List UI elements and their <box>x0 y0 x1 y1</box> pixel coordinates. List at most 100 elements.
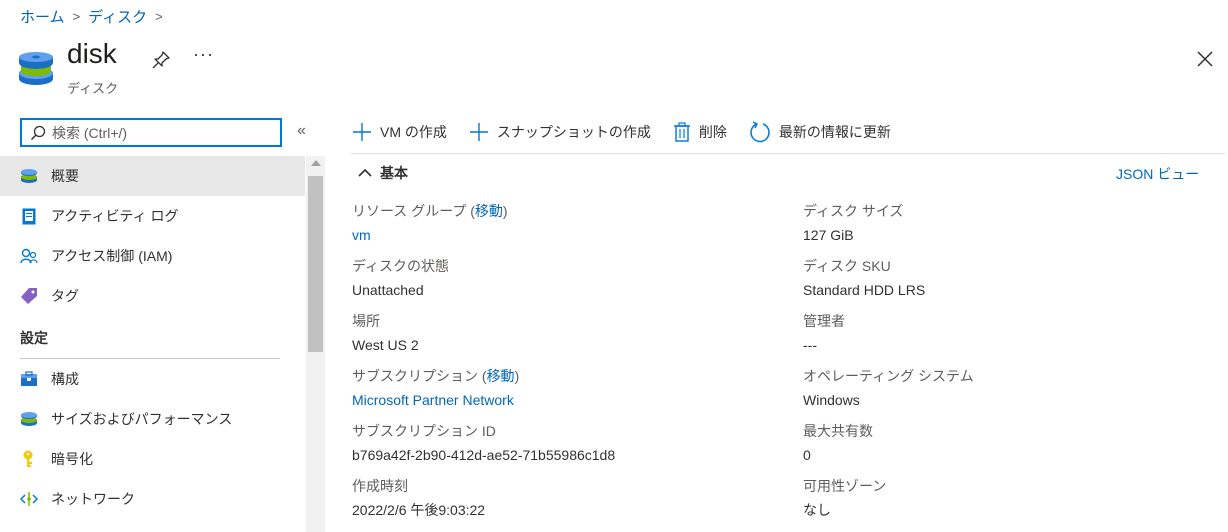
close-icon[interactable] <box>1194 48 1216 70</box>
property-subscription: サブスクリプション (移動) Microsoft Partner Network <box>352 365 772 420</box>
property-label: 作成時刻 <box>352 478 408 494</box>
move-link[interactable]: 移動 <box>475 203 503 219</box>
breadcrumb-disks-link[interactable]: ディスク <box>88 6 147 27</box>
create-snapshot-label: スナップショットの作成 <box>496 124 651 140</box>
sidebar-item-tags[interactable]: タグ <box>0 276 305 316</box>
essentials-toggle[interactable]: 基本 <box>358 163 408 183</box>
property-resource-group: リソース グループ (移動) vm <box>352 200 772 255</box>
refresh-icon <box>749 121 771 143</box>
resource-header: disk ディスク ··· <box>18 38 1228 98</box>
property-label: ディスク サイズ <box>803 203 904 219</box>
property-availability-zone: 可用性ゾーン なし <box>803 475 1223 530</box>
sidebar-item-label: 概要 <box>51 168 79 184</box>
sidebar-item-overview[interactable]: 概要 <box>0 156 305 196</box>
essentials-title: 基本 <box>380 165 408 181</box>
sidebar-item-encryption[interactable]: 暗号化 <box>0 439 305 479</box>
plus-icon <box>469 122 489 142</box>
property-value: Unattached <box>352 282 424 298</box>
disk-resource-icon <box>19 52 53 85</box>
property-os: オペレーティング システム Windows <box>803 365 1223 420</box>
property-label: 最大共有数 <box>803 423 873 439</box>
property-label: リソース グループ (移動) <box>352 203 508 219</box>
json-view-link[interactable]: JSON ビュー <box>1116 164 1199 184</box>
property-value: West US 2 <box>352 337 419 353</box>
plus-icon <box>352 122 372 142</box>
property-label: ディスクの状態 <box>352 258 450 274</box>
configuration-icon <box>20 370 38 388</box>
search-box[interactable] <box>20 118 282 147</box>
breadcrumb-separator: > <box>155 9 163 24</box>
sidebar-scrollbar[interactable] <box>306 156 325 532</box>
sidebar-item-label: 構成 <box>51 371 79 387</box>
breadcrumb: ホーム > ディスク > <box>20 6 171 27</box>
property-value: 0 <box>803 447 811 463</box>
property-location: 場所 West US 2 <box>352 310 772 365</box>
property-label: サブスクリプション (移動) <box>352 368 520 384</box>
property-managed-by: 管理者 --- <box>803 310 1223 365</box>
property-label: ディスク SKU <box>803 258 891 274</box>
property-value: 127 GiB <box>803 227 854 243</box>
delete-button[interactable]: 削除 <box>673 122 727 142</box>
property-disk-size: ディスク サイズ 127 GiB <box>803 200 1223 255</box>
breadcrumb-home-link[interactable]: ホーム <box>20 6 65 27</box>
disk-icon <box>20 167 38 185</box>
property-disk-sku: ディスク SKU Standard HDD LRS <box>803 255 1223 310</box>
breadcrumb-separator: > <box>72 9 81 24</box>
collapse-menu-button[interactable]: « <box>297 122 306 140</box>
property-value: 2022/2/6 午後9:03:22 <box>352 502 486 518</box>
create-vm-button[interactable]: VM の作成 <box>352 122 447 142</box>
activity-log-icon <box>20 207 38 225</box>
trash-icon <box>673 122 691 142</box>
sidebar-item-iam[interactable]: アクセス制御 (IAM) <box>0 236 305 276</box>
toolbar-divider <box>351 153 1225 154</box>
tag-icon <box>20 287 38 305</box>
sidebar-item-network[interactable]: ネットワーク <box>0 479 305 519</box>
property-value: なし <box>803 502 831 518</box>
search-input[interactable] <box>52 124 272 141</box>
subscription-link[interactable]: Microsoft Partner Network <box>352 392 514 408</box>
command-bar: VM の作成 スナップショットの作成 削除 最新の情報に更新 <box>352 118 913 146</box>
sidebar-item-label: タグ <box>51 288 79 304</box>
property-label: サブスクリプション ID <box>352 423 496 439</box>
scrollbar-thumb[interactable] <box>308 176 323 352</box>
sidebar-item-label: ネットワーク <box>51 491 135 507</box>
page-subtitle: ディスク <box>67 81 119 96</box>
property-value: Windows <box>803 392 860 408</box>
pin-icon[interactable] <box>151 50 171 70</box>
property-disk-state: ディスクの状態 Unattached <box>352 255 772 310</box>
sidebar-item-configuration[interactable]: 構成 <box>0 359 305 399</box>
property-label: 管理者 <box>803 313 845 329</box>
property-value: b769a42f-2b90-412d-ae52-71b55986c1d8 <box>352 447 616 463</box>
property-value: Standard HDD LRS <box>803 282 926 298</box>
property-subscription-id: サブスクリプション ID b769a42f-2b90-412d-ae52-71b… <box>352 420 772 475</box>
sidebar-item-label: サイズおよびパフォーマンス <box>51 411 233 427</box>
essentials-left-column: リソース グループ (移動) vm ディスクの状態 Unattached 場所 … <box>352 200 772 530</box>
refresh-button[interactable]: 最新の情報に更新 <box>749 121 891 143</box>
essentials-right-column: ディスク サイズ 127 GiB ディスク SKU Standard HDD L… <box>803 200 1223 530</box>
property-created-time: 作成時刻 2022/2/6 午後9:03:22 <box>352 475 772 530</box>
property-label: 可用性ゾーン <box>803 478 887 494</box>
network-icon <box>20 490 38 508</box>
sidebar-item-label: 暗号化 <box>51 451 93 467</box>
iam-icon <box>20 247 38 265</box>
property-max-shares: 最大共有数 0 <box>803 420 1223 475</box>
delete-label: 削除 <box>698 124 727 140</box>
property-label: オペレーティング システム <box>803 368 974 384</box>
create-snapshot-button[interactable]: スナップショットの作成 <box>469 122 651 142</box>
property-label: 場所 <box>352 313 380 329</box>
sidebar-item-activity-log[interactable]: アクティビティ ログ <box>0 196 305 236</box>
page-title: disk <box>67 38 117 69</box>
chevron-up-icon <box>358 168 372 177</box>
size-performance-icon <box>20 410 38 428</box>
encryption-key-icon <box>20 450 38 468</box>
move-link[interactable]: 移動 <box>487 368 515 384</box>
property-value: --- <box>803 337 817 353</box>
scroll-up-arrow-icon[interactable] <box>311 160 321 166</box>
refresh-label: 最新の情報に更新 <box>778 124 891 140</box>
resource-menu: « 概要 ア <box>0 110 325 532</box>
sidebar-item-size-performance[interactable]: サイズおよびパフォーマンス <box>0 399 305 439</box>
more-options-button[interactable]: ··· <box>193 44 214 65</box>
nav-list: 概要 アクティビティ ログ アクセス制御 (IAM) タグ 設定 構成 サイズお… <box>0 156 305 519</box>
resource-group-link[interactable]: vm <box>352 227 371 243</box>
search-icon <box>30 125 46 140</box>
